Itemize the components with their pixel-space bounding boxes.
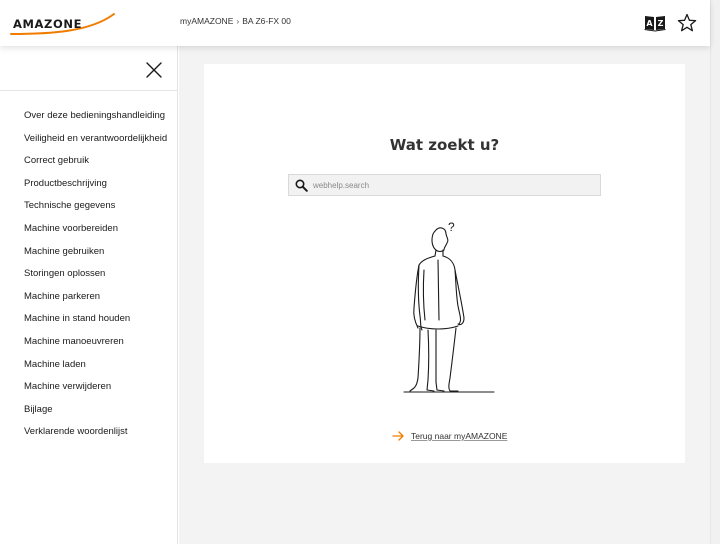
sidebar-item-park-machine[interactable]: Machine parkeren [0, 289, 177, 312]
sidebar-item-maintenance[interactable]: Machine in stand houden [0, 311, 177, 334]
sidebar-item-prepare-machine[interactable]: Machine voorbereiden [0, 221, 177, 244]
search-card: Wat zoekt u? webhelp.search ? Terug naar… [204, 64, 685, 463]
svg-text:A: A [646, 19, 653, 28]
amazone-logo[interactable]: AMAZONE [10, 12, 118, 38]
svg-text:Z: Z [658, 19, 664, 28]
sidebar-item-safety[interactable]: Veiligheid en verantwoordelijkheid [0, 131, 177, 154]
breadcrumb-item-home[interactable]: myAMAZONE [180, 16, 233, 26]
sidebar-item-load-machine[interactable]: Machine laden [0, 357, 177, 380]
sidebar-item-about-manual[interactable]: Over deze bedieningshandleiding [0, 108, 177, 131]
sidebar-item-technical-data[interactable]: Technische gegevens [0, 198, 177, 221]
sidebar-item-maneuver[interactable]: Machine manoeuvreren [0, 334, 177, 357]
question-mark: ? [448, 220, 455, 234]
sidebar-item-correct-use[interactable]: Correct gebruik [0, 153, 177, 176]
page-title: Wat zoekt u? [389, 136, 500, 154]
breadcrumb-item-current: BA Z6-FX 00 [242, 16, 291, 26]
thinking-person-illustration: ? [398, 220, 498, 401]
header-actions: A Z [644, 13, 698, 33]
search-icon[interactable] [289, 175, 313, 195]
breadcrumb-separator: › [236, 16, 240, 26]
sidebar: Over deze bedieningshandleiding Veilighe… [0, 46, 178, 544]
search-box[interactable] [288, 174, 601, 196]
breadcrumb: myAMAZONE › BA Z6-FX 00 [180, 16, 291, 26]
arrow-right-icon [392, 431, 404, 441]
search-input[interactable] [313, 176, 583, 194]
sidebar-item-use-machine[interactable]: Machine gebruiken [0, 244, 177, 267]
logo-text: AMAZONE [13, 17, 83, 31]
sidebar-item-appendix[interactable]: Bijlage [0, 402, 177, 425]
sidebar-item-product-description[interactable]: Productbeschrijving [0, 176, 177, 199]
sidebar-header [0, 46, 177, 91]
star-icon[interactable] [676, 13, 698, 33]
close-icon[interactable] [144, 60, 164, 80]
back-link-label: Terug naar myAMAZONE [411, 431, 508, 441]
page-scrollbar[interactable] [710, 0, 720, 544]
back-to-myamazone-link[interactable]: Terug naar myAMAZONE [392, 431, 507, 441]
sidebar-item-troubleshooting[interactable]: Storingen oplossen [0, 266, 177, 289]
sidebar-nav: Over deze bedieningshandleiding Veilighe… [0, 91, 177, 447]
main-content: Wat zoekt u? webhelp.search ? Terug naar… [179, 46, 710, 544]
top-header: AMAZONE myAMAZONE › BA Z6-FX 00 A Z [0, 0, 710, 46]
sidebar-item-remove-machine[interactable]: Machine verwijderen [0, 379, 177, 402]
sidebar-item-glossary[interactable]: Verklarende woordenlijst [0, 424, 177, 447]
book-a-z-icon[interactable]: A Z [644, 13, 666, 33]
